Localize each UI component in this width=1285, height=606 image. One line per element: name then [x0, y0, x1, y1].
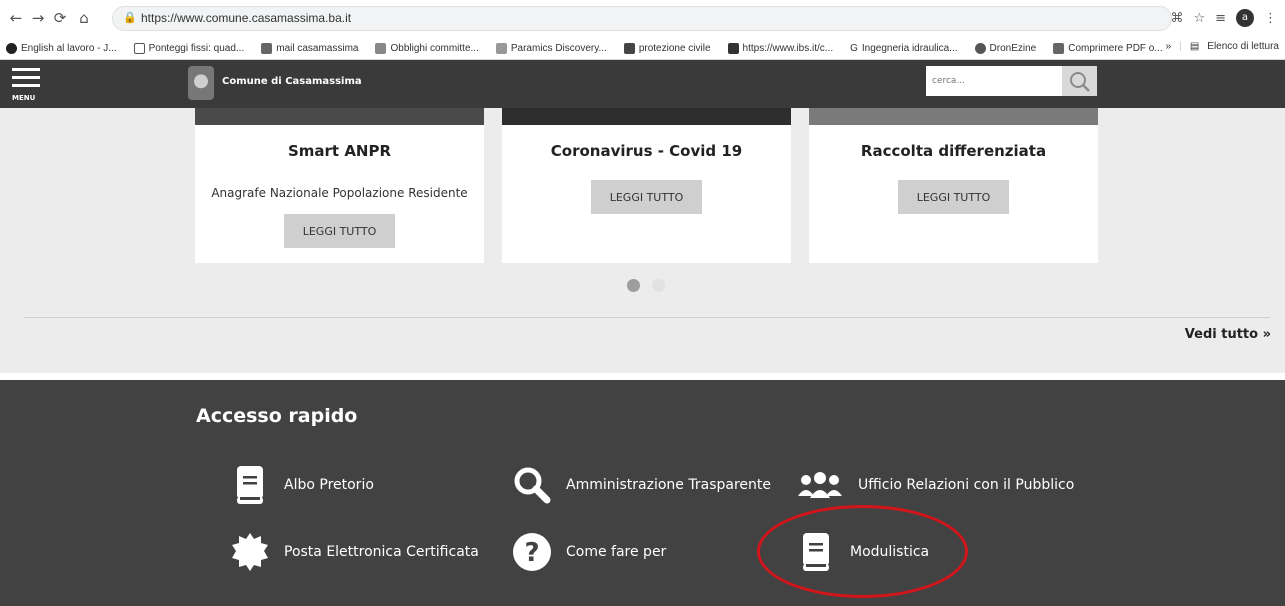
bookmark-favicon-icon: [495, 42, 507, 54]
menu-label: MENU: [12, 94, 36, 102]
bookmark-favicon-icon: [261, 42, 273, 54]
news-section: Smart ANPR Anagrafe Nazionale Popolazion…: [0, 108, 1285, 373]
carousel-dot[interactable]: [652, 279, 665, 292]
reload-icon[interactable]: ⟳: [50, 8, 70, 28]
bookmark-favicon-icon: [133, 42, 145, 54]
bookmark-favicon-icon: [974, 42, 986, 54]
home-icon[interactable]: ⌂: [74, 8, 94, 28]
bookmark-item[interactable]: mail casamassima: [261, 42, 358, 54]
bookmarks-bar: English al lavoro - J... Ponteggi fissi:…: [0, 37, 1285, 59]
bookmarks-right: » | ▤ Elenco di lettura: [1166, 41, 1279, 52]
star-icon[interactable]: ☆: [1193, 11, 1205, 26]
back-icon[interactable]: ←: [6, 8, 26, 28]
search-icon: [1070, 72, 1090, 92]
carousel-pagination: [627, 279, 665, 292]
bookmark-favicon-icon: [623, 42, 635, 54]
bookmark-item[interactable]: G Ingegneria idraulica...: [850, 43, 957, 54]
group-icon: [796, 465, 844, 505]
hamburger-icon: [12, 68, 40, 71]
bookmark-item[interactable]: Ponteggi fissi: quad...: [133, 42, 244, 54]
news-card: Smart ANPR Anagrafe Nazionale Popolazion…: [195, 108, 484, 263]
search-input[interactable]: [926, 66, 1062, 96]
svg-text:?: ?: [524, 538, 539, 568]
news-card: Coronavirus - Covid 19 LEGGI TUTTO: [502, 108, 791, 263]
translate-icon[interactable]: ⌘: [1170, 11, 1183, 26]
bookmark-favicon-icon: [375, 42, 387, 54]
accesso-rapido-section: Accesso rapido Albo Pretorio Amministraz…: [0, 380, 1285, 606]
divider: [24, 317, 1270, 318]
quick-link-label: Come fare per: [566, 544, 667, 560]
search-button[interactable]: [1062, 66, 1097, 96]
google-icon: G: [850, 42, 858, 54]
quick-link-label: Posta Elettronica Certificata: [284, 544, 479, 560]
card-title[interactable]: Coronavirus - Covid 19: [502, 142, 791, 160]
section-gap: [0, 373, 1285, 380]
reading-list-button[interactable]: Elenco di lettura: [1207, 41, 1279, 52]
news-card: Raccolta differenziata LEGGI TUTTO: [809, 108, 1098, 263]
quick-link-come-fare-per[interactable]: ? Come fare per: [512, 532, 666, 572]
question-icon: ?: [512, 532, 552, 572]
highlight-annotation: [757, 505, 968, 598]
card-image[interactable]: [809, 108, 1098, 125]
quick-link-ufficio-relazioni[interactable]: Ufficio Relazioni con il Pubblico: [796, 465, 1074, 505]
reading-list-icon: ▤: [1189, 41, 1200, 52]
bookmark-item[interactable]: Comprimere PDF o...: [1053, 42, 1163, 54]
card-title[interactable]: Raccolta differenziata: [809, 142, 1098, 160]
leggi-tutto-button[interactable]: LEGGI TUTTO: [284, 214, 395, 248]
url-text: https://www.comune.casamassima.ba.it: [141, 11, 352, 25]
bookmark-item[interactable]: Obblighi committe...: [375, 42, 479, 54]
book-icon: [230, 465, 270, 505]
lock-icon: 🔒: [123, 11, 137, 24]
quick-link-albo-pretorio[interactable]: Albo Pretorio: [230, 465, 374, 505]
carousel-dot[interactable]: [627, 279, 640, 292]
section-title: Accesso rapido: [196, 405, 358, 427]
seal-icon: [230, 532, 270, 572]
bookmarks-overflow-button[interactable]: »: [1166, 41, 1172, 52]
vedi-tutto-link[interactable]: Vedi tutto »: [1185, 327, 1271, 342]
card-description: Anagrafe Nazionale Popolazione Residente: [211, 186, 468, 200]
browser-toolbar: ← → ⟳ ⌂ 🔒 https://www.comune.casamassima…: [0, 0, 1285, 37]
bookmark-item[interactable]: DronEzine: [974, 42, 1036, 54]
address-bar[interactable]: 🔒 https://www.comune.casamassima.ba.it: [112, 6, 1172, 31]
quick-link-label: Ufficio Relazioni con il Pubblico: [858, 477, 1075, 493]
coat-of-arms-logo[interactable]: [188, 66, 214, 100]
card-title[interactable]: Smart ANPR: [195, 142, 484, 160]
site-title[interactable]: Comune di Casamassima: [222, 76, 362, 87]
browser-actions: ⌘ ☆ ≡ a ⋮: [1170, 8, 1277, 28]
bookmark-favicon-icon: [6, 42, 17, 54]
hamburger-icon: [12, 76, 40, 79]
bookmark-item[interactable]: https://www.ibs.it/c...: [727, 42, 833, 54]
leggi-tutto-button[interactable]: LEGGI TUTTO: [898, 180, 1009, 214]
menu-button[interactable]: MENU: [12, 64, 42, 104]
search-icon: [512, 465, 552, 505]
quick-link-amministrazione-trasparente[interactable]: Amministrazione Trasparente: [512, 465, 771, 505]
avatar[interactable]: a: [1236, 9, 1254, 27]
card-image[interactable]: [502, 108, 791, 125]
kebab-menu-icon[interactable]: ⋮: [1264, 11, 1277, 26]
bookmark-item[interactable]: protezione civile: [623, 42, 711, 54]
extensions-icon[interactable]: ≡: [1215, 11, 1226, 26]
bookmark-favicon-icon: [1053, 42, 1065, 54]
bookmark-favicon-icon: [727, 42, 739, 54]
bookmark-item[interactable]: English al lavoro - J...: [6, 42, 117, 54]
card-image[interactable]: [195, 108, 484, 125]
forward-icon[interactable]: →: [28, 8, 48, 28]
leggi-tutto-button[interactable]: LEGGI TUTTO: [591, 180, 702, 214]
quick-link-label: Albo Pretorio: [284, 477, 374, 493]
quick-link-pec[interactable]: Posta Elettronica Certificata: [230, 532, 479, 572]
browser-chrome: ← → ⟳ ⌂ 🔒 https://www.comune.casamassima…: [0, 0, 1285, 60]
hamburger-icon: [12, 84, 40, 87]
bookmark-item[interactable]: Paramics Discovery...: [495, 42, 607, 54]
site-header: MENU Comune di Casamassima: [0, 60, 1285, 108]
quick-link-label: Amministrazione Trasparente: [566, 477, 771, 493]
divider: |: [1179, 41, 1182, 52]
